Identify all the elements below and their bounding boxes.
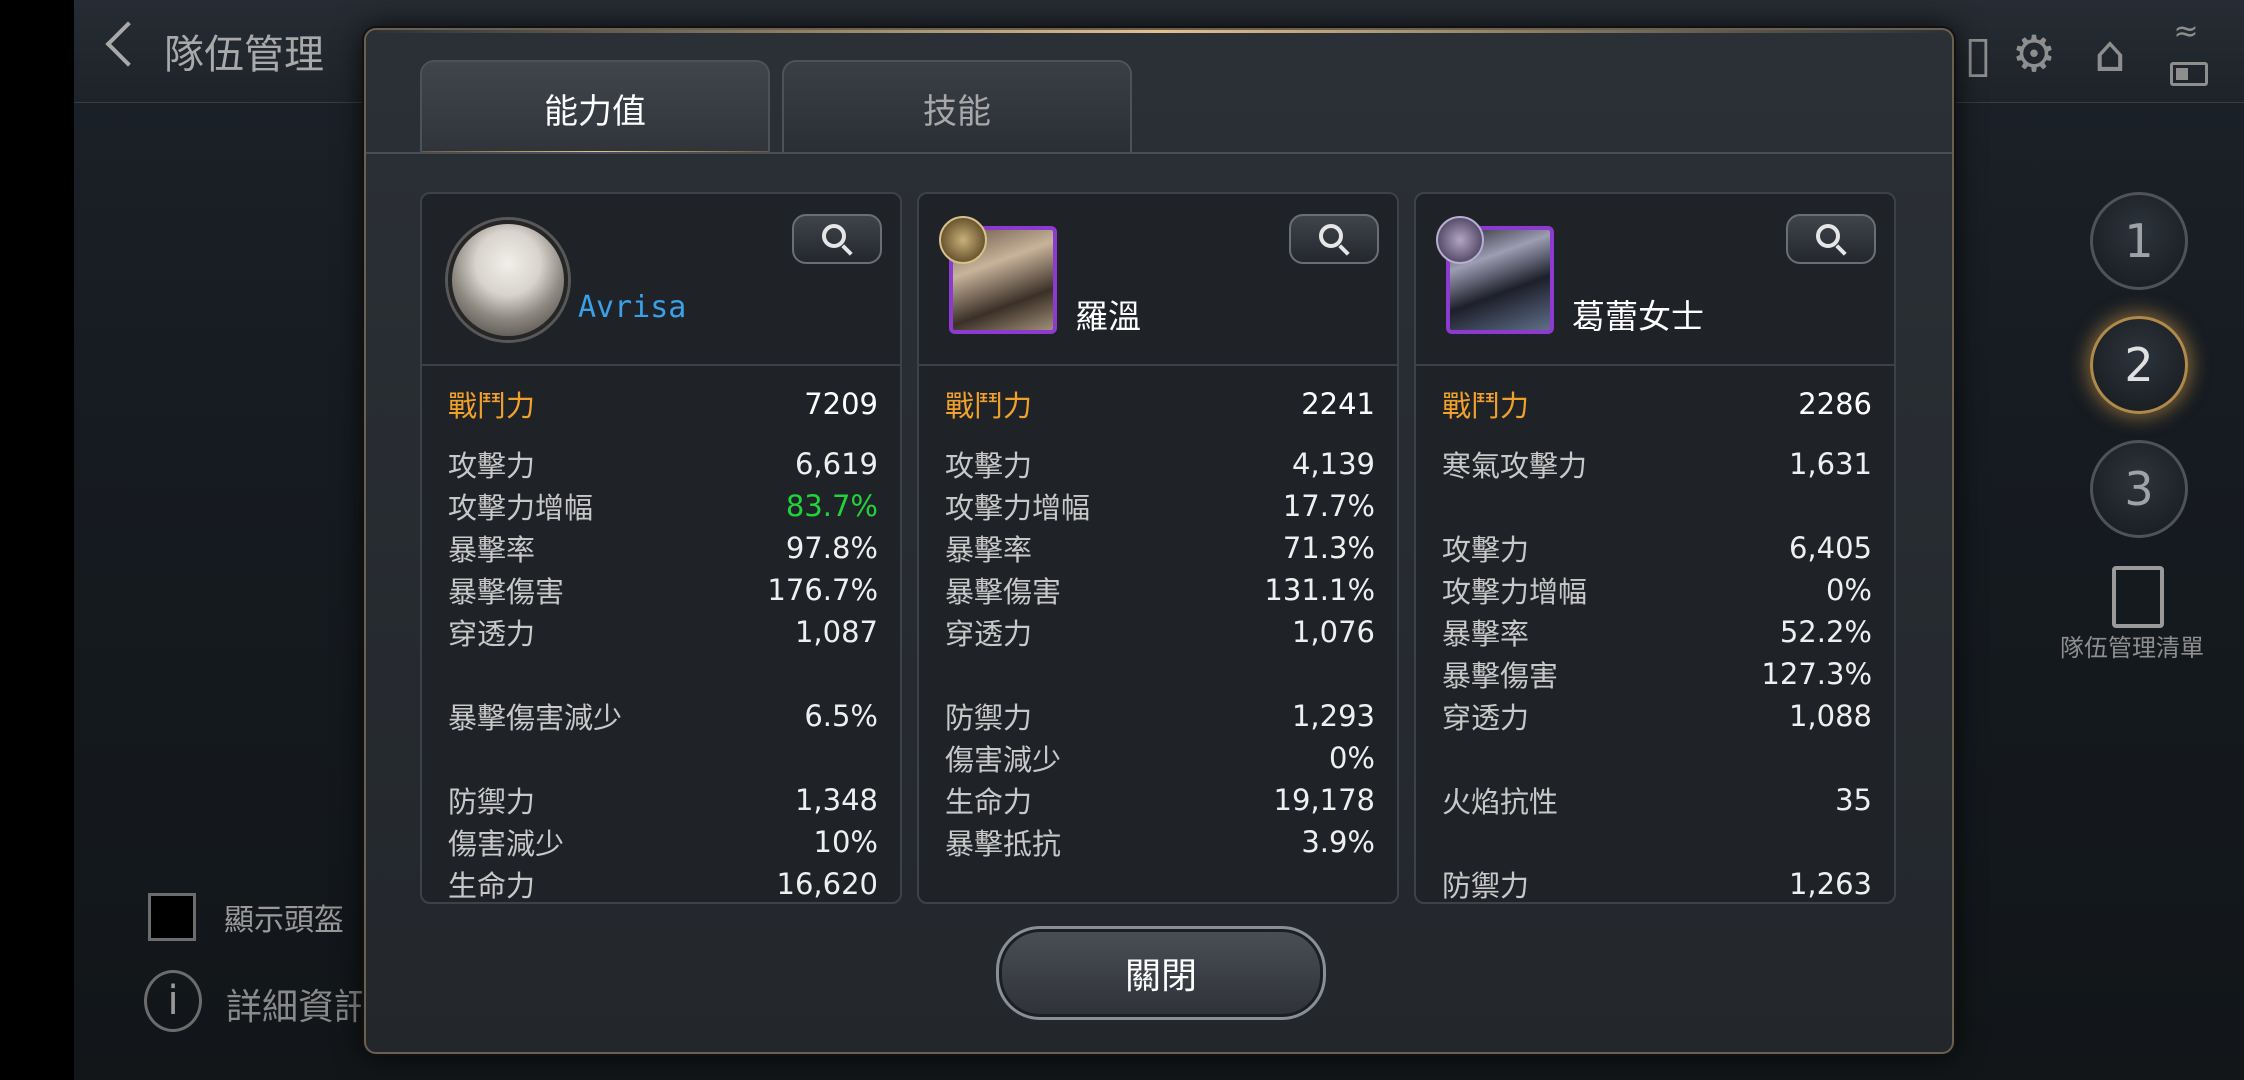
stat-row: 攻擊力 6,405 — [1442, 531, 1872, 567]
character-name: 葛蕾女士 — [1572, 297, 1704, 336]
info-icon[interactable]: i — [144, 970, 202, 1032]
team-slot-2[interactable]: 2 — [2090, 316, 2188, 414]
gear-icon[interactable]: ⚙ — [2006, 26, 2062, 82]
stat-row: 防禦力 1,263 — [1442, 867, 1872, 903]
dialog-top-glow — [366, 30, 1952, 33]
show-helmet-checkbox[interactable] — [148, 893, 196, 941]
details-label[interactable]: 詳細資訊 — [226, 978, 370, 1030]
stat-row: 暴擊率 52.2% — [1442, 615, 1872, 651]
rank-emblem-icon — [1436, 216, 1484, 264]
character-panel-1: Avrisa 戰鬥力 7209 攻擊力 6,619 攻擊力增幅 83.7% 暴擊率 97… — [420, 192, 902, 904]
team-list-icon[interactable] — [2112, 566, 2164, 628]
stat-row: 生命力 16,620 — [448, 867, 878, 903]
page-title: 隊伍管理 — [164, 32, 324, 78]
chat-icon[interactable]: ▯ — [1950, 26, 2006, 82]
home-icon[interactable]: ⌂ — [2082, 26, 2138, 82]
stat-row: 攻擊力 6,619 — [448, 447, 878, 483]
rank-emblem-icon — [939, 216, 987, 264]
stat-row: 生命力 19,178 — [945, 783, 1375, 819]
team-list-label[interactable]: 隊伍管理清單 — [2060, 628, 2204, 663]
stat-row: 攻擊力 4,139 — [945, 447, 1375, 483]
character-panel-3: 葛蕾女士 戰鬥力 2286 寒氣攻擊力 1,631 攻擊力 6,405 攻擊力增幅 0%… — [1414, 192, 1896, 904]
stat-row-power: 戰鬥力 7209 — [448, 387, 878, 423]
wifi-icon: ≈ — [2173, 14, 2199, 49]
stat-list: 戰鬥力 2241 攻擊力 4,139 攻擊力增幅 17.7% 暴擊率 71.3% 暴擊傷… — [919, 364, 1397, 900]
stat-row: 防禦力 1,348 — [448, 783, 878, 819]
inspect-button[interactable] — [1786, 214, 1876, 264]
stat-row: 穿透力 1,087 — [448, 615, 878, 651]
close-button[interactable]: 關閉 — [996, 926, 1326, 1020]
tab-skills[interactable]: 技能 — [782, 60, 1132, 154]
character-header: Avrisa — [422, 194, 900, 366]
stat-row: 攻擊力增幅 83.7% — [448, 489, 878, 525]
stat-row: 傷害減少 10% — [448, 825, 878, 861]
inspect-button[interactable] — [1289, 214, 1379, 264]
tab-stats[interactable]: 能力值 — [420, 60, 770, 154]
show-helmet-label: 顯示頭盔 — [224, 903, 344, 938]
stat-row: 寒氣攻擊力 1,631 — [1442, 447, 1872, 483]
stat-row: 暴擊傷害 127.3% — [1442, 657, 1872, 693]
team-slot-1[interactable]: 1 — [2090, 192, 2188, 290]
stat-row: 穿透力 1,076 — [945, 615, 1375, 651]
stat-row: 暴擊傷害 131.1% — [945, 573, 1375, 609]
character-header: 羅溫 — [919, 194, 1397, 366]
stat-row-power: 戰鬥力 2241 — [945, 387, 1375, 423]
battery-icon — [2170, 62, 2208, 86]
character-name: Avrisa — [578, 290, 687, 325]
tab-divider — [366, 152, 1952, 154]
team-slot-3[interactable]: 3 — [2090, 440, 2188, 538]
stat-row: 暴擊傷害 176.7% — [448, 573, 878, 609]
stat-row: 穿透力 1,088 — [1442, 699, 1872, 735]
stat-row: 暴擊傷害減少 6.5% — [448, 699, 878, 735]
avatar — [448, 220, 568, 340]
stat-row: 防禦力 1,293 — [945, 699, 1375, 735]
stat-row-power: 戰鬥力 2286 — [1442, 387, 1872, 423]
stat-list: 戰鬥力 7209 攻擊力 6,619 攻擊力增幅 83.7% 暴擊率 97.8% 暴擊傷… — [422, 364, 900, 902]
stat-row: 傷害減少 0% — [945, 741, 1375, 777]
inspect-button[interactable] — [792, 214, 882, 264]
stat-row: 暴擊抵抗 3.9% — [945, 825, 1375, 861]
character-panel-2: 羅溫 戰鬥力 2241 攻擊力 4,139 攻擊力增幅 17.7% 暴擊率 71.3% … — [917, 192, 1399, 904]
character-name: 羅溫 — [1075, 297, 1141, 336]
stat-list: 戰鬥力 2286 寒氣攻擊力 1,631 攻擊力 6,405 攻擊力增幅 0% 暴擊率 5… — [1416, 364, 1894, 902]
character-header: 葛蕾女士 — [1416, 194, 1894, 366]
stat-row: 火焰抗性 35 — [1442, 783, 1872, 819]
stat-row: 暴擊率 97.8% — [448, 531, 878, 567]
stat-row: 攻擊力增幅 17.7% — [945, 489, 1375, 525]
stats-dialog: 能力值 技能 Avrisa 戰鬥力 7209 攻擊力 6,619 攻擊力增幅 83.7… — [364, 28, 1954, 1054]
stat-row: 暴擊率 71.3% — [945, 531, 1375, 567]
stat-row: 攻擊力增幅 0% — [1442, 573, 1872, 609]
